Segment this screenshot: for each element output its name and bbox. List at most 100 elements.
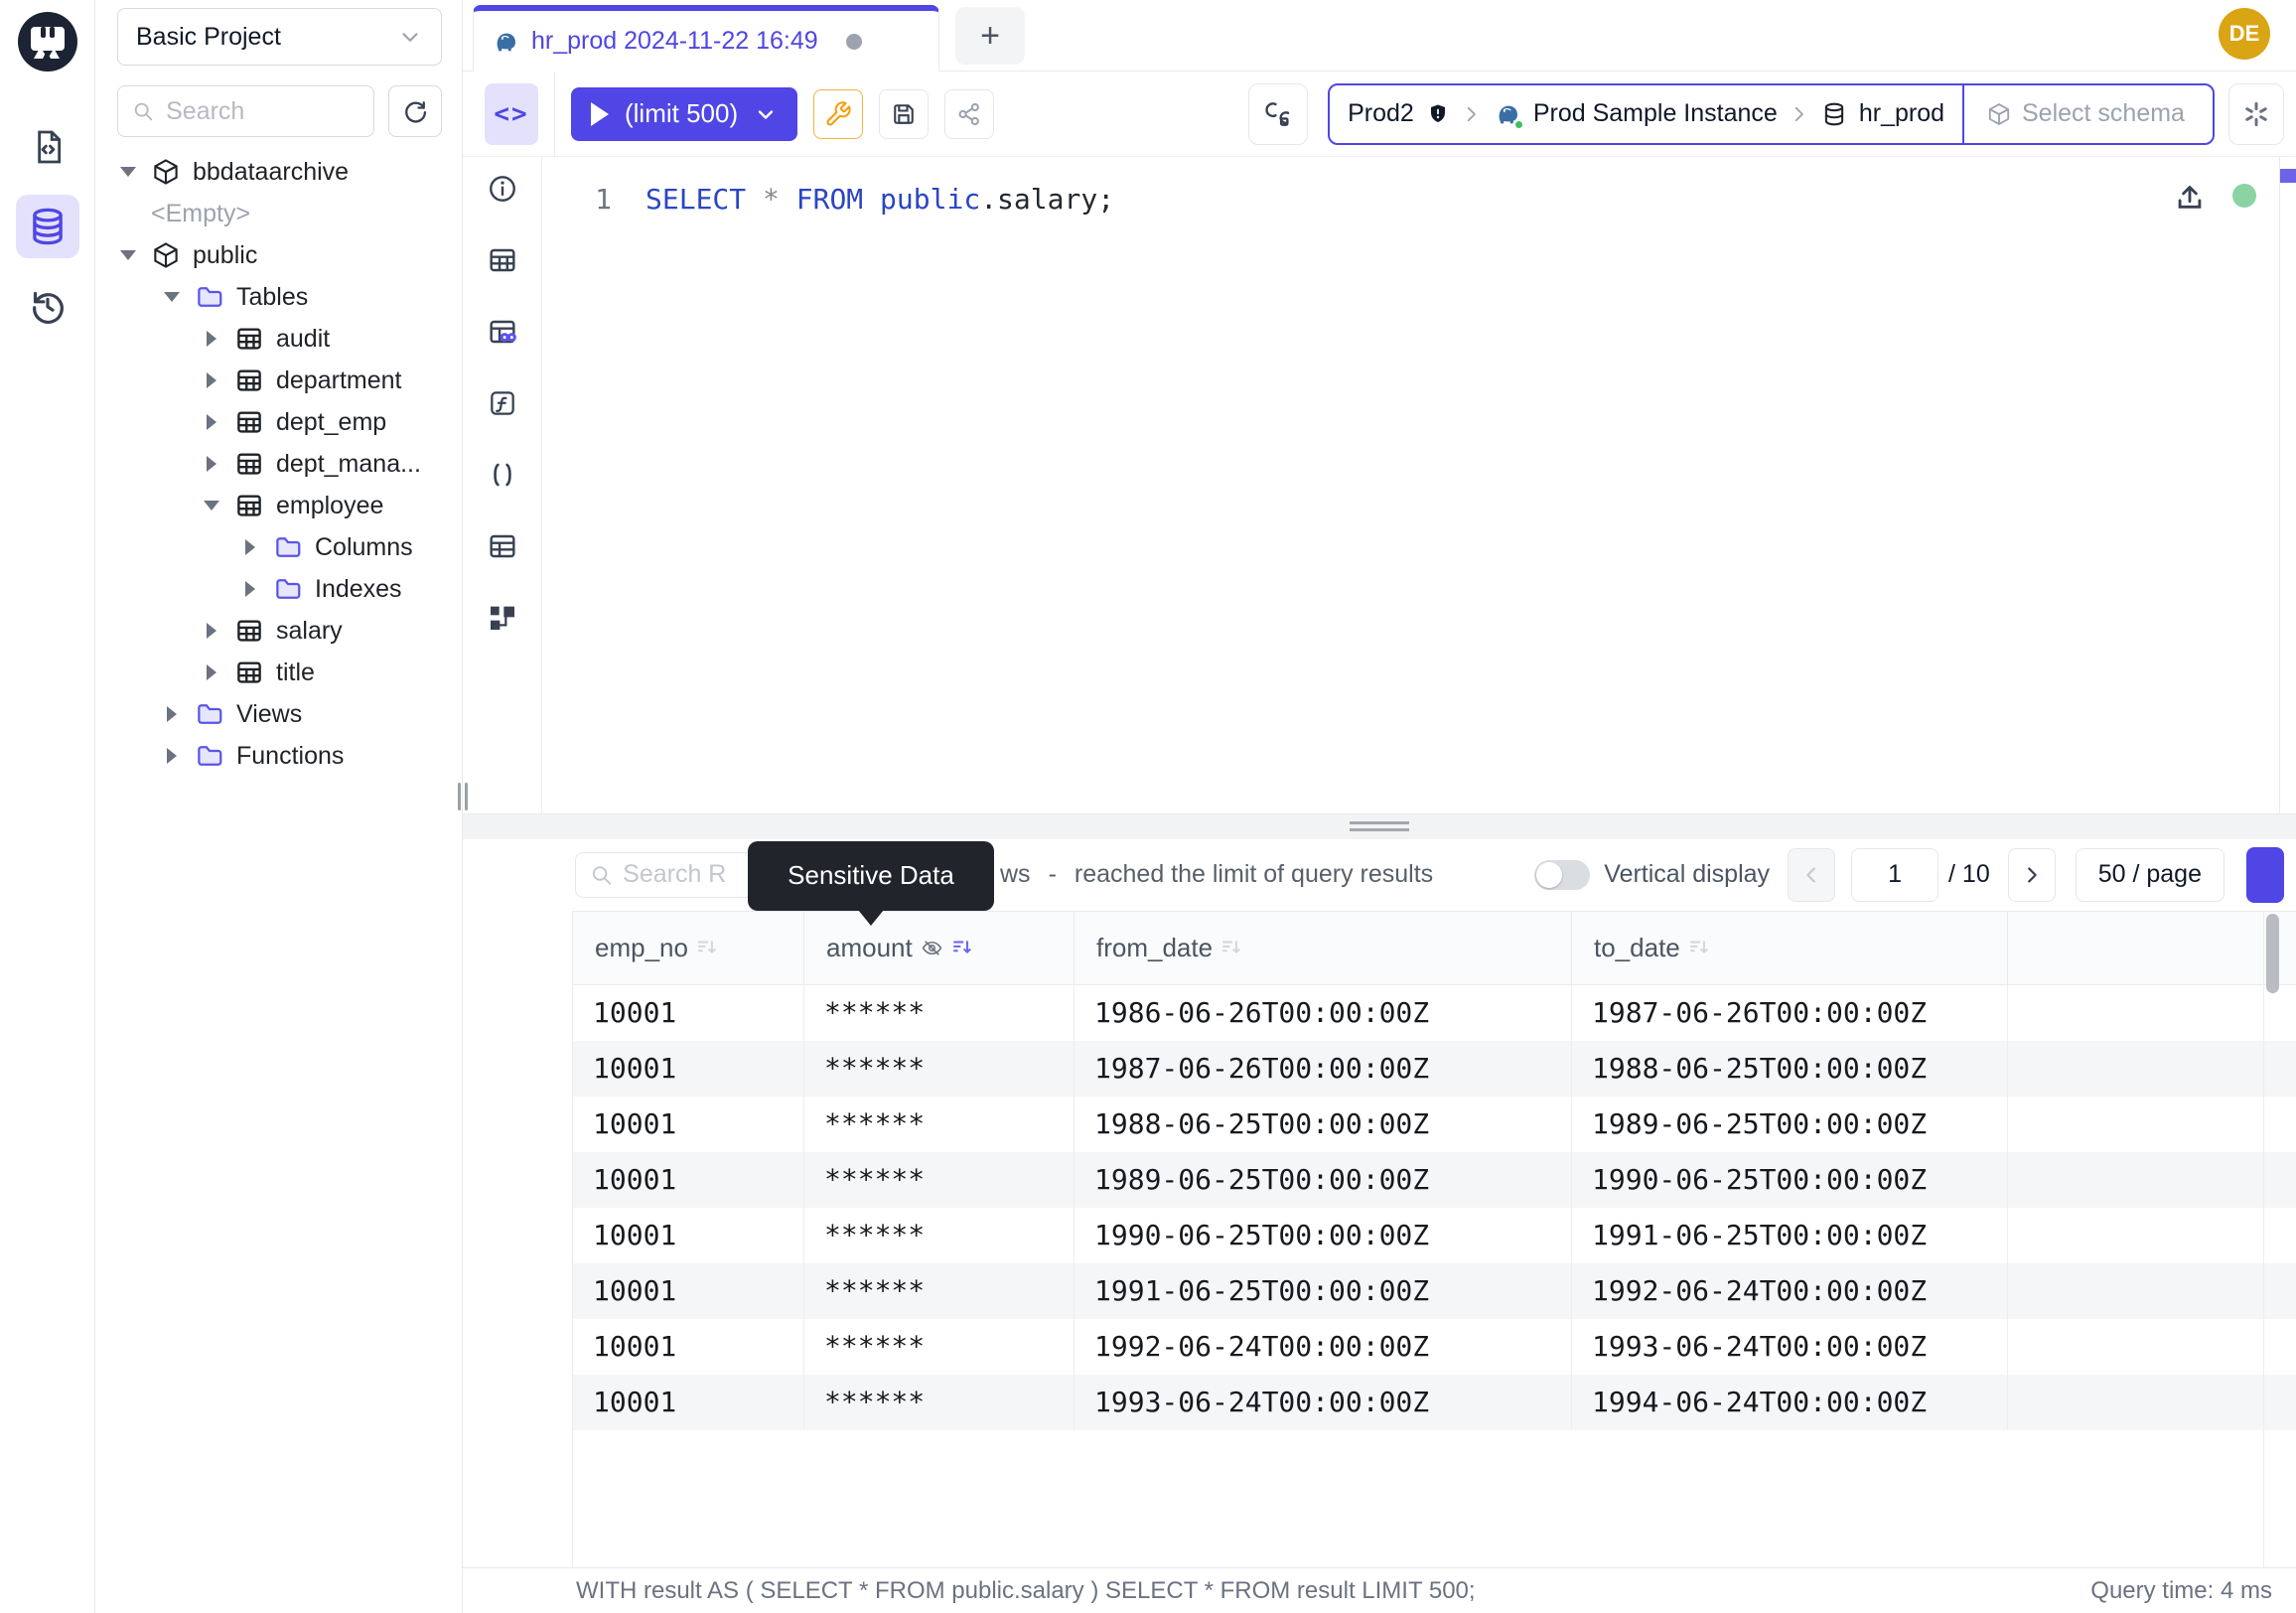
- tables-icon[interactable]: [487, 530, 518, 562]
- tree-item-department[interactable]: department: [95, 360, 462, 401]
- cell-from-date[interactable]: 1992-06-24T00:00:00Z: [1075, 1319, 1572, 1375]
- schema-diagram-icon[interactable]: [487, 602, 518, 634]
- cell-emp-no[interactable]: 10001: [573, 1208, 804, 1263]
- table-row[interactable]: 10001 ****** 1989-06-25T00:00:00Z 1990-0…: [573, 1152, 2296, 1208]
- caret-right-icon[interactable]: [161, 748, 183, 764]
- caret-down-icon[interactable]: [117, 250, 139, 260]
- caret-right-icon[interactable]: [239, 539, 261, 555]
- sort-icon[interactable]: [696, 938, 718, 957]
- panel-resize-divider[interactable]: [463, 813, 2296, 839]
- cell-amount[interactable]: ******: [804, 1097, 1075, 1152]
- tree-item-employee[interactable]: employee: [95, 485, 462, 526]
- caret-right-icon[interactable]: [201, 331, 222, 347]
- cell-from-date[interactable]: 1993-06-24T00:00:00Z: [1075, 1375, 1572, 1430]
- table-row[interactable]: 10001 ****** 1986-06-26T00:00:00Z 1987-0…: [573, 985, 2296, 1041]
- bytebase-logo[interactable]: [16, 10, 79, 73]
- code-area[interactable]: 1 SELECT * FROM public.salary;: [542, 157, 2296, 216]
- sensitive-data-table-icon[interactable]: [487, 316, 518, 348]
- table-scrollbar-thumb[interactable]: [2266, 914, 2279, 993]
- caret-right-icon[interactable]: [201, 664, 222, 680]
- functions-icon[interactable]: [487, 387, 518, 419]
- info-icon[interactable]: [487, 173, 518, 205]
- column-header-amount[interactable]: amount: [804, 912, 1075, 984]
- column-header-emp-no[interactable]: emp_no: [573, 912, 804, 984]
- cell-from-date[interactable]: 1986-06-26T00:00:00Z: [1075, 985, 1572, 1041]
- cell-emp-no[interactable]: 10001: [573, 1263, 804, 1319]
- cell-to-date[interactable]: 1990-06-25T00:00:00Z: [1572, 1152, 2008, 1208]
- tree-item-functions[interactable]: Functions: [95, 735, 462, 777]
- table-row[interactable]: 10001 ****** 1987-06-26T00:00:00Z 1988-0…: [573, 1041, 2296, 1097]
- cell-emp-no[interactable]: 10001: [573, 1375, 804, 1430]
- cell-to-date[interactable]: 1987-06-26T00:00:00Z: [1572, 985, 2008, 1041]
- sidebar-search-input[interactable]: [166, 97, 359, 126]
- cell-to-date[interactable]: 1994-06-24T00:00:00Z: [1572, 1375, 2008, 1430]
- database-nav-button[interactable]: [16, 195, 79, 258]
- tree-item-tables[interactable]: Tables: [95, 276, 462, 318]
- table-row[interactable]: 10001 ****** 1988-06-25T00:00:00Z 1989-0…: [573, 1097, 2296, 1152]
- cell-to-date[interactable]: 1993-06-24T00:00:00Z: [1572, 1319, 2008, 1375]
- cell-to-date[interactable]: 1992-06-24T00:00:00Z: [1572, 1263, 2008, 1319]
- cell-emp-no[interactable]: 10001: [573, 1319, 804, 1375]
- sql-editor[interactable]: 1 SELECT * FROM public.salary;: [463, 157, 2296, 813]
- cell-emp-no[interactable]: 10001: [573, 985, 804, 1041]
- editor-scrollbar[interactable]: [2279, 157, 2296, 813]
- caret-right-icon[interactable]: [201, 456, 222, 472]
- eye-off-icon[interactable]: [921, 937, 943, 959]
- cell-amount[interactable]: ******: [804, 1152, 1075, 1208]
- cell-from-date[interactable]: 1989-06-25T00:00:00Z: [1075, 1152, 1572, 1208]
- refresh-schema-button[interactable]: [388, 85, 442, 137]
- table-row[interactable]: 10001 ****** 1990-06-25T00:00:00Z 1991-0…: [573, 1208, 2296, 1263]
- caret-down-icon[interactable]: [161, 292, 183, 302]
- project-selector[interactable]: Basic Project: [117, 8, 442, 66]
- tree-item-title[interactable]: title: [95, 652, 462, 693]
- sort-icon[interactable]: [1688, 938, 1710, 957]
- sidebar-search-box[interactable]: [117, 85, 374, 137]
- run-query-button[interactable]: (limit 500): [571, 87, 797, 141]
- caret-right-icon[interactable]: [201, 372, 222, 388]
- select-schema-button[interactable]: Select schema: [1964, 99, 2213, 128]
- cell-from-date[interactable]: 1990-06-25T00:00:00Z: [1075, 1208, 1572, 1263]
- sidebar-resize-handle[interactable]: [458, 783, 468, 810]
- cell-to-date[interactable]: 1989-06-25T00:00:00Z: [1572, 1097, 2008, 1152]
- share-sheet-button[interactable]: [944, 89, 994, 139]
- tree-item-indexes[interactable]: Indexes: [95, 568, 462, 610]
- save-sheet-button[interactable]: [879, 89, 929, 139]
- sort-icon-active[interactable]: [951, 938, 973, 957]
- sql-statement[interactable]: SELECT * FROM public.salary;: [646, 183, 1114, 216]
- new-tab-button[interactable]: +: [955, 7, 1025, 65]
- tree-item-bbdataarchive[interactable]: bbdataarchive: [95, 151, 462, 193]
- cell-emp-no[interactable]: 10001: [573, 1097, 804, 1152]
- avatar[interactable]: DE: [2219, 8, 2270, 60]
- caret-right-icon[interactable]: [239, 581, 261, 597]
- column-header-from-date[interactable]: from_date: [1075, 912, 1572, 984]
- caret-right-icon[interactable]: [201, 414, 222, 430]
- caret-down-icon[interactable]: [117, 167, 139, 177]
- table-row[interactable]: 10001 ****** 1993-06-24T00:00:00Z 1994-0…: [573, 1375, 2296, 1430]
- vertical-display-toggle[interactable]: [1534, 860, 1590, 890]
- cell-amount[interactable]: ******: [804, 1319, 1075, 1375]
- upload-icon[interactable]: [2173, 179, 2207, 213]
- cell-emp-no[interactable]: 10001: [573, 1152, 804, 1208]
- cell-from-date[interactable]: 1988-06-25T00:00:00Z: [1075, 1097, 1572, 1152]
- connection-path[interactable]: Prod2 Prod Sample Instance hr_prod: [1330, 99, 1962, 128]
- next-page-button[interactable]: [2008, 848, 2056, 902]
- table-row[interactable]: 10001 ****** 1992-06-24T00:00:00Z 1993-0…: [573, 1319, 2296, 1375]
- tree-item-columns[interactable]: Columns: [95, 526, 462, 568]
- column-header-to-date[interactable]: to_date: [1572, 912, 2008, 984]
- code-mode-button[interactable]: <>: [485, 83, 538, 145]
- cell-to-date[interactable]: 1988-06-25T00:00:00Z: [1572, 1041, 2008, 1097]
- caret-right-icon[interactable]: [161, 706, 183, 722]
- tree-item-views[interactable]: Views: [95, 693, 462, 735]
- ai-assistant-button[interactable]: [2228, 83, 2284, 145]
- caret-down-icon[interactable]: [201, 501, 222, 511]
- admin-mode-button[interactable]: [813, 89, 863, 139]
- cell-to-date[interactable]: 1991-06-25T00:00:00Z: [1572, 1208, 2008, 1263]
- tree-item-dept-manager[interactable]: dept_mana...: [95, 443, 462, 485]
- format-sql-button[interactable]: [1248, 83, 1308, 145]
- worksheet-nav-button[interactable]: [16, 115, 79, 179]
- table-row[interactable]: 10001 ****** 1991-06-25T00:00:00Z 1992-0…: [573, 1263, 2296, 1319]
- page-size-select[interactable]: 50 / page: [2076, 848, 2224, 902]
- prev-page-button[interactable]: [1788, 848, 1835, 902]
- cell-emp-no[interactable]: 10001: [573, 1041, 804, 1097]
- tree-item-audit[interactable]: audit: [95, 318, 462, 360]
